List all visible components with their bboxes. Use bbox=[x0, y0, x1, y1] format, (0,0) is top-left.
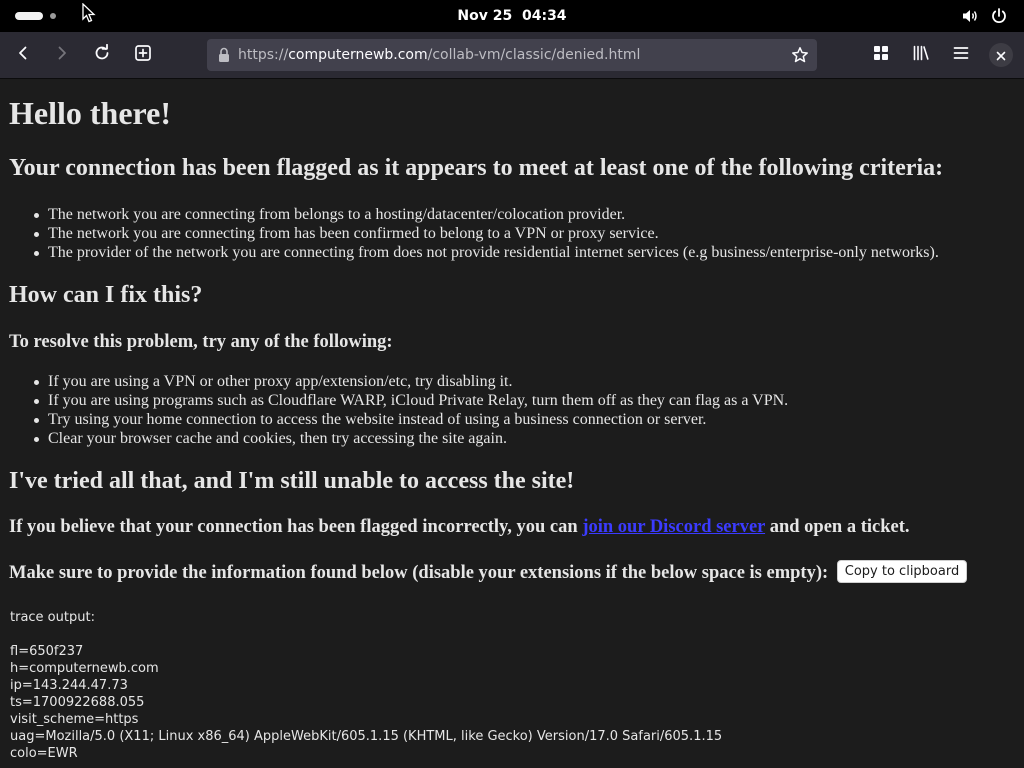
lock-icon[interactable] bbox=[217, 47, 231, 67]
clock-label[interactable]: Nov 25 04:34 bbox=[457, 8, 566, 24]
trace-line: ip=143.244.47.73 bbox=[10, 678, 128, 693]
library-icon bbox=[912, 44, 930, 66]
forward-button[interactable] bbox=[47, 40, 77, 70]
fixes-list: If you are using a VPN or other proxy ap… bbox=[33, 372, 789, 448]
list-item: If you are using a VPN or other proxy ap… bbox=[33, 372, 788, 391]
discord-link[interactable]: join our Discord server bbox=[582, 517, 765, 537]
trace-line: uag=Mozilla/5.0 (X11; Linux x86_64) Appl… bbox=[10, 729, 723, 744]
list-item: Try using your home connection to access… bbox=[33, 410, 788, 429]
forward-arrow-icon bbox=[54, 45, 70, 65]
page-title: Hello there! bbox=[9, 95, 172, 131]
workspace-dot-indicator[interactable] bbox=[50, 13, 56, 19]
provide-info-text: Make sure to provide the information fou… bbox=[9, 560, 968, 585]
page-content: Hello there! Your connection has been fl… bbox=[0, 79, 1024, 768]
list-item: Clear your browser cache and cookies, th… bbox=[33, 429, 788, 448]
url-path: /collab-vm/classic/denied.html bbox=[427, 47, 641, 63]
close-window-button[interactable] bbox=[989, 43, 1013, 67]
trace-line: ts=1700922688.055 bbox=[10, 695, 145, 710]
pointer-cursor-icon bbox=[82, 2, 96, 27]
volume-icon[interactable] bbox=[961, 7, 979, 29]
trace-title: trace output: bbox=[10, 610, 95, 625]
bookmark-star-icon[interactable] bbox=[791, 46, 809, 68]
trace-line: visit_scheme=https bbox=[10, 712, 139, 727]
activities-indicator[interactable] bbox=[15, 12, 43, 20]
list-item: The network you are connecting from belo… bbox=[34, 205, 939, 224]
trace-line: h=computernewb.com bbox=[10, 661, 159, 676]
fix-heading: How can I fix this? bbox=[9, 282, 203, 308]
flagged-heading: Your connection has been flagged as it a… bbox=[9, 155, 944, 181]
trace-line: fl=650f237 bbox=[10, 644, 84, 659]
browser-toolbar: https://computernewb.com/collab-vm/class… bbox=[0, 32, 1024, 79]
incorrect-suffix: and open a ticket. bbox=[769, 517, 910, 537]
trace-spacer bbox=[10, 626, 722, 643]
criteria-list: The network you are connecting from belo… bbox=[34, 205, 939, 262]
url-bar[interactable]: https://computernewb.com/collab-vm/class… bbox=[207, 39, 817, 71]
reload-icon bbox=[93, 43, 111, 66]
extensions-button[interactable] bbox=[866, 40, 896, 70]
tried-heading: I've tried all that, and I'm still unabl… bbox=[9, 468, 575, 494]
power-icon[interactable] bbox=[990, 7, 1008, 29]
list-item: The network you are connecting from has … bbox=[34, 224, 939, 243]
incorrect-prefix: If you believe that your connection has … bbox=[9, 517, 578, 537]
trace-line: colo=EWR bbox=[10, 746, 78, 761]
list-item: The provider of the network you are conn… bbox=[34, 244, 939, 261]
clock: Nov 25 04:34 bbox=[0, 0, 1024, 32]
provide-info-label: Make sure to provide the information fou… bbox=[9, 562, 829, 583]
resolve-heading: To resolve this problem, try any of the … bbox=[9, 332, 393, 352]
main-menu-button[interactable] bbox=[946, 40, 976, 70]
incorrect-flag-text: If you believe that your connection has … bbox=[9, 517, 910, 538]
new-tab-icon bbox=[134, 44, 152, 66]
url-prefix: https:// bbox=[238, 47, 289, 63]
back-arrow-icon bbox=[15, 45, 31, 65]
close-icon bbox=[996, 46, 1006, 65]
copy-to-clipboard-button[interactable]: Copy to clipboard bbox=[836, 560, 968, 583]
library-button[interactable] bbox=[906, 40, 936, 70]
list-item: If you are using programs such as Cloudf… bbox=[33, 392, 789, 409]
reload-button[interactable] bbox=[87, 40, 117, 70]
url-text[interactable]: https://computernewb.com/collab-vm/class… bbox=[238, 39, 640, 71]
system-top-bar: Nov 25 04:34 bbox=[0, 0, 1024, 32]
url-host: computernewb.com bbox=[288, 47, 428, 63]
back-button[interactable] bbox=[8, 40, 38, 70]
hamburger-menu-icon bbox=[953, 45, 969, 65]
trace-output: trace output: fl=650f237 h=computernewb.… bbox=[10, 609, 722, 762]
new-tab-button[interactable] bbox=[128, 40, 158, 70]
extensions-grid-icon bbox=[873, 45, 889, 65]
